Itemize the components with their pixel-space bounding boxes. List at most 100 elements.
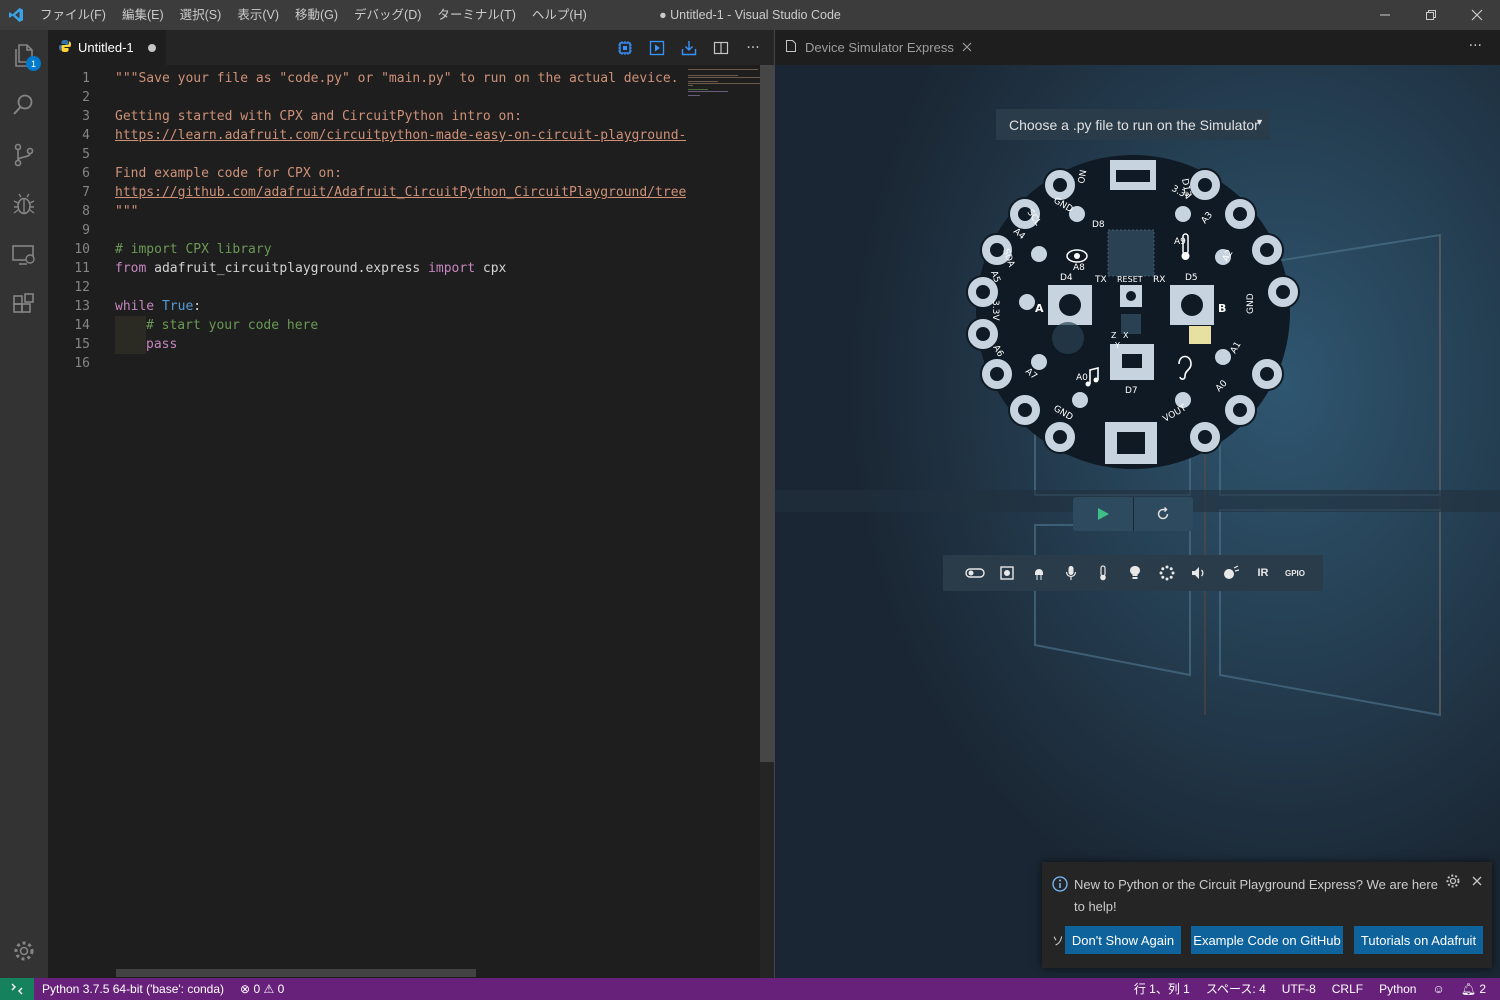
code-line: 14 # start your code here — [74, 316, 319, 335]
language-mode[interactable]: Python — [1371, 978, 1424, 1000]
code-line: 1 """Save your file as "code.py" or "main… — [82, 71, 679, 86]
python-file-icon — [58, 39, 72, 56]
menu-help[interactable]: ヘルプ(H) — [524, 0, 595, 30]
label-axis-x: X — [1123, 331, 1129, 340]
extensions-icon[interactable] — [0, 280, 48, 330]
label-a8: A8 — [1073, 263, 1085, 273]
menu-terminal[interactable]: ターミナル(T) — [429, 0, 523, 30]
bell-icon: 🔔︎ — [1460, 982, 1476, 996]
menu-view[interactable]: 表示(V) — [229, 0, 287, 30]
code-line: 11 from adafruit_circuitplayground.expres… — [74, 261, 507, 276]
example-code-github-button[interactable]: Example Code on GitHub — [1191, 926, 1343, 954]
gear-icon[interactable] — [1446, 874, 1460, 891]
label-d4: D4 — [1060, 273, 1073, 283]
code-line: 8 """ — [82, 204, 139, 219]
explorer-icon[interactable]: 1 — [0, 30, 48, 80]
deploy-to-device-icon[interactable] — [678, 37, 700, 59]
dont-show-again-button[interactable]: Don't Show Again — [1065, 926, 1181, 954]
code-line: 7 https://github.com/adafruit/Adafruit_Ci… — [82, 183, 695, 202]
code-editor[interactable]: 1 """Save your file as "code.py" or "main… — [48, 65, 774, 978]
menu-selection[interactable]: 選択(S) — [172, 0, 230, 30]
remote-icon[interactable] — [0, 978, 34, 1000]
close-icon[interactable] — [1472, 873, 1482, 889]
encoding[interactable]: UTF-8 — [1274, 978, 1324, 1000]
menu-debug[interactable]: デバッグ(D) — [346, 0, 429, 30]
debug-icon[interactable] — [0, 180, 48, 230]
file-icon — [785, 39, 797, 56]
switch-icon[interactable] — [959, 555, 991, 591]
code-line: 2 — [82, 90, 90, 105]
feedback-icon[interactable]: ☺ — [1424, 978, 1452, 1000]
close-tab-icon[interactable] — [962, 40, 972, 55]
editor-tabs: Untitled-1 ··· — [48, 30, 774, 65]
cursor-position[interactable]: 行 1、列 1 — [1126, 978, 1198, 1000]
code-line: 3 Getting started with CPX and CircuitPyt… — [82, 109, 522, 124]
status-bar-right: 行 1、列 1 スペース: 4 UTF-8 CRLF Python ☺ 🔔︎ 2 — [1126, 978, 1494, 1000]
more-actions-icon[interactable]: ··· — [1469, 38, 1482, 54]
minimize-button[interactable] — [1362, 0, 1408, 30]
restore-button[interactable] — [1408, 0, 1454, 30]
split-editor-icon[interactable] — [710, 37, 732, 59]
neopixel-icon[interactable] — [1151, 555, 1183, 591]
tab-device-simulator[interactable]: Device Simulator Express — [775, 30, 982, 65]
vertical-scrollbar[interactable] — [760, 65, 774, 978]
led-icon[interactable] — [1023, 555, 1055, 591]
simulator-panel: Device Simulator Express ··· Choose a .p… — [774, 30, 1500, 978]
problems-indicator[interactable]: ⊗ 0 ⚠ 0 — [232, 978, 292, 1000]
tab-untitled-1[interactable]: Untitled-1 — [48, 30, 166, 65]
button-icon[interactable] — [991, 555, 1023, 591]
remote-explorer-icon[interactable] — [0, 230, 48, 280]
menu-bar: ファイル(F) 編集(E) 選択(S) 表示(V) 移動(G) デバッグ(D) … — [32, 0, 595, 30]
menu-file[interactable]: ファイル(F) — [32, 0, 114, 30]
label-tx: TX — [1094, 275, 1107, 285]
light-icon[interactable] — [1119, 555, 1151, 591]
code-line: 16 — [74, 356, 90, 371]
microphone-icon[interactable] — [1055, 555, 1087, 591]
label-button-b: B — [1218, 302, 1226, 315]
label-button-a: A — [1035, 302, 1044, 315]
speaker-icon[interactable] — [1183, 555, 1215, 591]
notifications-bell[interactable]: 🔔︎ 2 — [1453, 978, 1494, 1000]
gpio-button[interactable]: GPIO — [1279, 555, 1311, 591]
indentation[interactable]: スペース: 4 — [1198, 978, 1274, 1000]
label-a0: A0 — [1076, 373, 1088, 383]
ir-button[interactable]: IR — [1247, 555, 1279, 591]
scrollbar-thumb[interactable] — [760, 65, 774, 762]
circuit-playground-board: D13 ON D8 A9 A8 D4 D5 TX RX RESET A0 D7 … — [966, 155, 1300, 469]
python-interpreter[interactable]: Python 3.7.5 64-bit ('base': conda) — [34, 978, 232, 1000]
py-file-select[interactable]: Choose a .py file to run on the Simulato… — [996, 109, 1270, 140]
explorer-badge: 1 — [26, 56, 41, 71]
label-a9: A9 — [1174, 237, 1186, 247]
simulator-tabs: Device Simulator Express ··· — [775, 30, 1500, 65]
minimap[interactable] — [686, 65, 760, 978]
window-controls — [1362, 0, 1500, 30]
title-bar: ファイル(F) 編集(E) 選択(S) 表示(V) 移動(G) デバッグ(D) … — [0, 0, 1500, 30]
refresh-button[interactable] — [1134, 497, 1194, 531]
menu-go[interactable]: 移動(G) — [287, 0, 346, 30]
play-button[interactable] — [1073, 497, 1133, 531]
activity-bar: 1 — [0, 30, 48, 978]
thermometer-icon[interactable] — [1087, 555, 1119, 591]
code-line: 12 — [74, 280, 90, 295]
line-ending[interactable]: CRLF — [1324, 978, 1371, 1000]
source-control-icon[interactable] — [0, 130, 48, 180]
open-simulator-icon[interactable] — [614, 37, 636, 59]
menu-edit[interactable]: 編集(E) — [114, 0, 172, 30]
gear-icon[interactable] — [0, 926, 48, 976]
more-actions-icon[interactable]: ··· — [742, 37, 764, 59]
code-link[interactable]: https://learn.adafruit.com/circuitpython… — [115, 126, 694, 145]
tab-label: Untitled-1 — [78, 40, 134, 55]
notification-toast: New to Python or the Circuit Playground … — [1042, 862, 1492, 968]
code-line: 13 while True: — [74, 299, 202, 314]
motion-icon[interactable] — [1215, 555, 1247, 591]
search-icon[interactable] — [0, 80, 48, 130]
run-simulator-icon[interactable] — [646, 37, 668, 59]
unsaved-dot-icon[interactable] — [147, 43, 156, 52]
label-rx: RX — [1153, 275, 1165, 285]
tutorials-adafruit-button[interactable]: Tutorials on Adafruit — [1354, 926, 1483, 954]
horizontal-scrollbar-thumb[interactable] — [116, 969, 476, 977]
code-line: 5 — [82, 147, 90, 162]
close-window-button[interactable] — [1454, 0, 1500, 30]
code-link[interactable]: https://github.com/adafruit/Adafruit_Cir… — [115, 183, 694, 202]
code-line: 9 — [82, 223, 90, 238]
